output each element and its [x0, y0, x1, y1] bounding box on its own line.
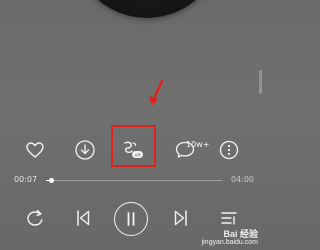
progress-bar: 00:07 04:00 [0, 174, 262, 188]
more-button[interactable] [216, 137, 242, 163]
pause-icon [127, 212, 135, 226]
playlist-icon [221, 212, 237, 225]
heart-icon [26, 142, 44, 158]
annotation-arrow-icon [149, 79, 164, 106]
next-button[interactable] [170, 207, 192, 229]
more-icon [219, 140, 239, 160]
comment-count: 10w+ [186, 140, 210, 149]
watermark: Bai 经验 jingyan.baidu.com [202, 229, 258, 247]
download-icon [75, 140, 95, 160]
progress-thumb[interactable] [49, 178, 55, 183]
annotation-highlight-box [111, 125, 156, 167]
previous-button[interactable] [72, 207, 94, 229]
playlist-button[interactable] [218, 207, 240, 229]
side-handle[interactable] [259, 70, 262, 94]
watermark-url: jingyan.baidu.com [201, 238, 258, 246]
previous-icon [77, 210, 90, 226]
like-button[interactable] [22, 137, 48, 163]
watermark-brand: Bai 经验 [223, 228, 258, 239]
progress-track[interactable] [46, 178, 222, 183]
album-cover-disc [72, 0, 222, 18]
download-button[interactable] [72, 137, 98, 163]
next-icon [174, 210, 187, 226]
current-time: 00:07 [14, 175, 38, 184]
repeat-icon [27, 209, 43, 226]
total-time: 04:00 [230, 175, 254, 184]
repeat-mode-button[interactable] [24, 207, 46, 229]
pause-button[interactable] [114, 202, 148, 236]
